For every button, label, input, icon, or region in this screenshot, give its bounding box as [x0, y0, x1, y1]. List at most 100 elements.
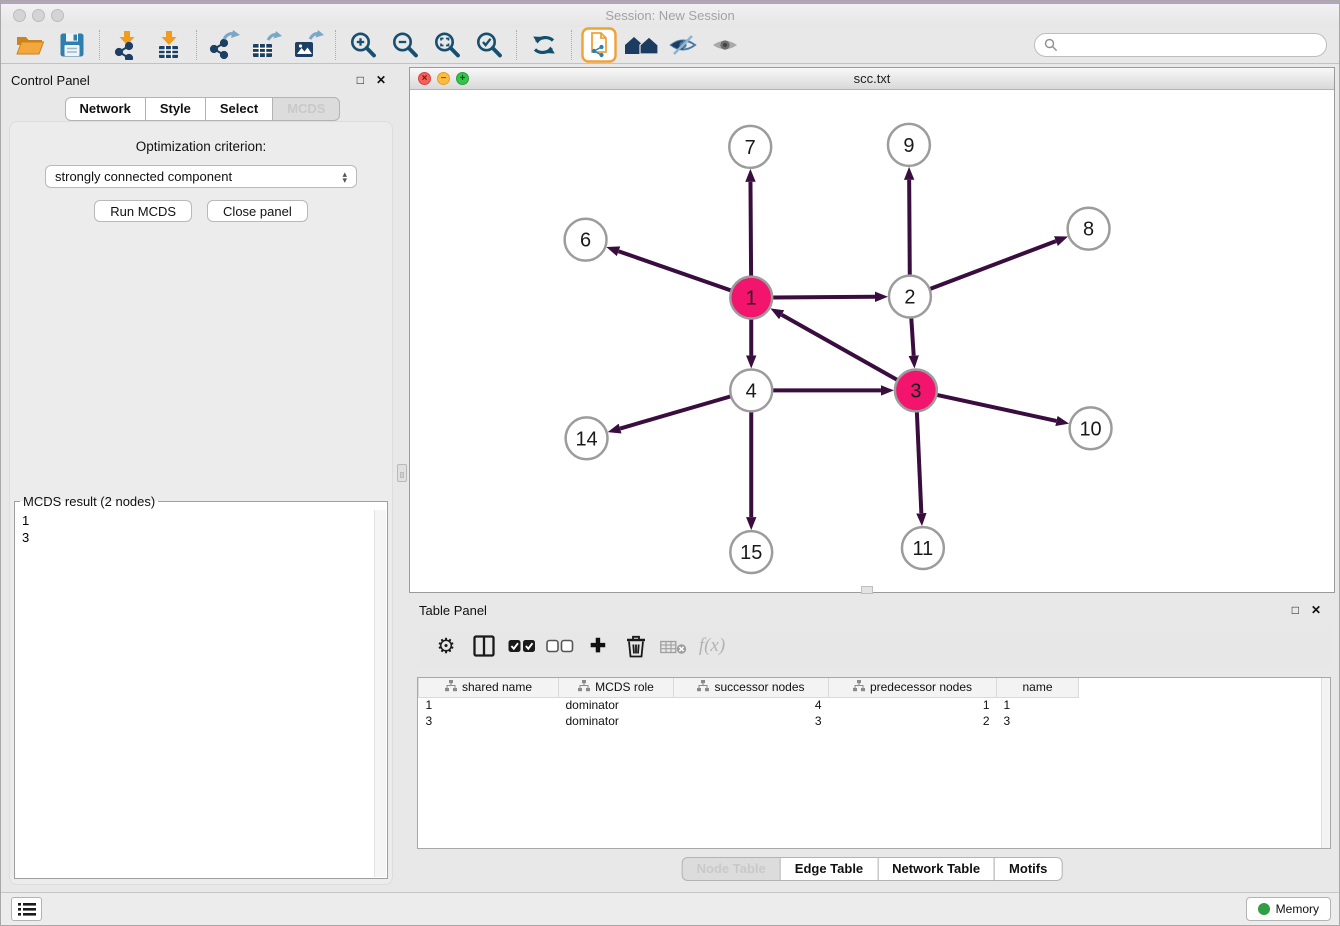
close-table-panel-icon[interactable]: ✕: [1311, 604, 1321, 616]
graph-edge-3-11[interactable]: [917, 411, 922, 513]
tab-network-table[interactable]: Network Table: [877, 857, 995, 881]
graph-node-8[interactable]: 8: [1068, 208, 1110, 250]
run-mcds-button[interactable]: Run MCDS: [94, 200, 192, 222]
app-window: Session: New Session: [0, 0, 1340, 926]
graph-edge-1-7[interactable]: [750, 182, 751, 277]
graph-node-7[interactable]: 7: [729, 126, 771, 168]
table-row[interactable]: 3dominator323: [419, 713, 1331, 729]
table-cell[interactable]: 3: [997, 713, 1079, 729]
float-panel-icon[interactable]: □: [357, 74, 364, 86]
table-cell[interactable]: 1: [419, 697, 559, 713]
column-header-shared-name[interactable]: shared name: [419, 678, 559, 697]
search-box[interactable]: [1034, 33, 1327, 57]
tab-motifs[interactable]: Motifs: [994, 857, 1062, 881]
svg-text:6: 6: [580, 230, 591, 252]
table-cell[interactable]: 3: [674, 713, 829, 729]
show-columns-button[interactable]: [465, 628, 503, 664]
zoom-fit-button[interactable]: [426, 29, 468, 62]
graph-node-10[interactable]: 10: [1070, 407, 1112, 449]
network-window-controls[interactable]: × − +: [418, 72, 469, 85]
add-column-button[interactable]: ✚: [579, 628, 617, 664]
export-network-button[interactable]: [203, 29, 245, 62]
import-table-button[interactable]: [148, 29, 190, 62]
memory-button[interactable]: Memory: [1246, 897, 1331, 921]
table-cell[interactable]: 1: [829, 697, 997, 713]
save-session-button[interactable]: [51, 29, 93, 62]
svg-text:4: 4: [746, 380, 757, 402]
minimize-network-button[interactable]: −: [437, 72, 450, 85]
graph-edge-1-6[interactable]: [619, 251, 732, 290]
select-all-button[interactable]: [503, 628, 541, 664]
graph-edge-3-1[interactable]: [782, 315, 898, 380]
network-canvas[interactable]: 7 9 6 8 1 2 4 3 14 10 15 11: [410, 90, 1334, 592]
vertical-splitter-handle[interactable]: [397, 464, 407, 482]
tab-select[interactable]: Select: [205, 97, 273, 121]
network-window-titlebar[interactable]: × − + scc.txt: [410, 68, 1334, 90]
minimize-window-button[interactable]: [32, 9, 45, 22]
graph-node-6[interactable]: 6: [565, 219, 607, 261]
home-button[interactable]: [620, 29, 662, 62]
table-cell[interactable]: 2: [829, 713, 997, 729]
graph-node-11[interactable]: 11: [902, 527, 944, 569]
graph-node-2[interactable]: 2: [889, 276, 931, 318]
tab-mcds[interactable]: MCDS: [272, 97, 340, 121]
horizontal-splitter-handle[interactable]: [861, 586, 873, 594]
close-network-button[interactable]: ×: [418, 72, 431, 85]
zoom-selected-button[interactable]: [468, 29, 510, 62]
tab-style[interactable]: Style: [145, 97, 206, 121]
table-cell[interactable]: 3: [419, 713, 559, 729]
table-scrollbar[interactable]: [1321, 678, 1330, 848]
window-controls[interactable]: [13, 9, 64, 22]
hide-graphics-details-button[interactable]: [662, 29, 704, 62]
zoom-out-button[interactable]: [384, 29, 426, 62]
search-input[interactable]: [1063, 38, 1317, 52]
tab-node-table[interactable]: Node Table: [682, 857, 781, 881]
graph-edge-1-2[interactable]: [772, 297, 875, 298]
column-header-predecessor-nodes[interactable]: predecessor nodes: [829, 678, 997, 697]
maximize-window-button[interactable]: [51, 9, 64, 22]
graph-edge-2-3[interactable]: [911, 318, 913, 356]
graph-edge-4-14[interactable]: [620, 396, 731, 428]
close-panel-button[interactable]: Close panel: [207, 200, 308, 222]
graph-edge-2-9[interactable]: [909, 180, 910, 276]
maximize-network-button[interactable]: +: [456, 72, 469, 85]
close-window-button[interactable]: [13, 9, 26, 22]
mcds-panel-body: Optimization criterion: strongly connect…: [9, 121, 393, 885]
delete-column-button[interactable]: [617, 628, 655, 664]
deselect-all-button[interactable]: [541, 628, 579, 664]
graph-node-15[interactable]: 15: [730, 531, 772, 573]
network-graph[interactable]: 7 9 6 8 1 2 4 3 14 10 15 11: [410, 90, 1334, 592]
graph-node-4[interactable]: 4: [730, 369, 772, 411]
open-session-button[interactable]: [9, 29, 51, 62]
result-scrollbar[interactable]: [374, 510, 386, 877]
close-panel-icon[interactable]: ✕: [376, 74, 386, 86]
table-settings-button[interactable]: ⚙: [427, 628, 465, 664]
tab-edge-table[interactable]: Edge Table: [780, 857, 878, 881]
graph-node-14[interactable]: 14: [566, 417, 608, 459]
tab-network[interactable]: Network: [65, 97, 146, 121]
import-network-button[interactable]: [106, 29, 148, 62]
table-cell[interactable]: dominator: [559, 713, 674, 729]
graph-node-1[interactable]: 1: [730, 277, 772, 319]
mcds-result-title: MCDS result (2 nodes): [20, 494, 158, 509]
export-image-button[interactable]: [287, 29, 329, 62]
refresh-layout-button[interactable]: [523, 29, 565, 62]
table-row[interactable]: 1dominator411: [419, 697, 1331, 713]
column-header-name[interactable]: name: [997, 678, 1079, 697]
graph-node-9[interactable]: 9: [888, 124, 930, 166]
table-cell[interactable]: 1: [997, 697, 1079, 713]
float-table-panel-icon[interactable]: □: [1292, 604, 1299, 616]
show-graphics-details-button[interactable]: [704, 29, 746, 62]
zoom-in-button[interactable]: [342, 29, 384, 62]
criterion-select[interactable]: strongly connected component ▴▾: [45, 165, 357, 188]
table-cell[interactable]: 4: [674, 697, 829, 713]
task-history-button[interactable]: [11, 897, 42, 921]
duplicate-network-button[interactable]: [578, 29, 620, 62]
export-table-button[interactable]: [245, 29, 287, 62]
graph-edge-2-8[interactable]: [930, 241, 1056, 289]
graph-node-3[interactable]: 3: [895, 369, 937, 411]
graph-edge-3-10[interactable]: [936, 395, 1056, 421]
column-header-successor-nodes[interactable]: successor nodes: [674, 678, 829, 697]
column-header-MCDS-role[interactable]: MCDS role: [559, 678, 674, 697]
table-cell[interactable]: dominator: [559, 697, 674, 713]
